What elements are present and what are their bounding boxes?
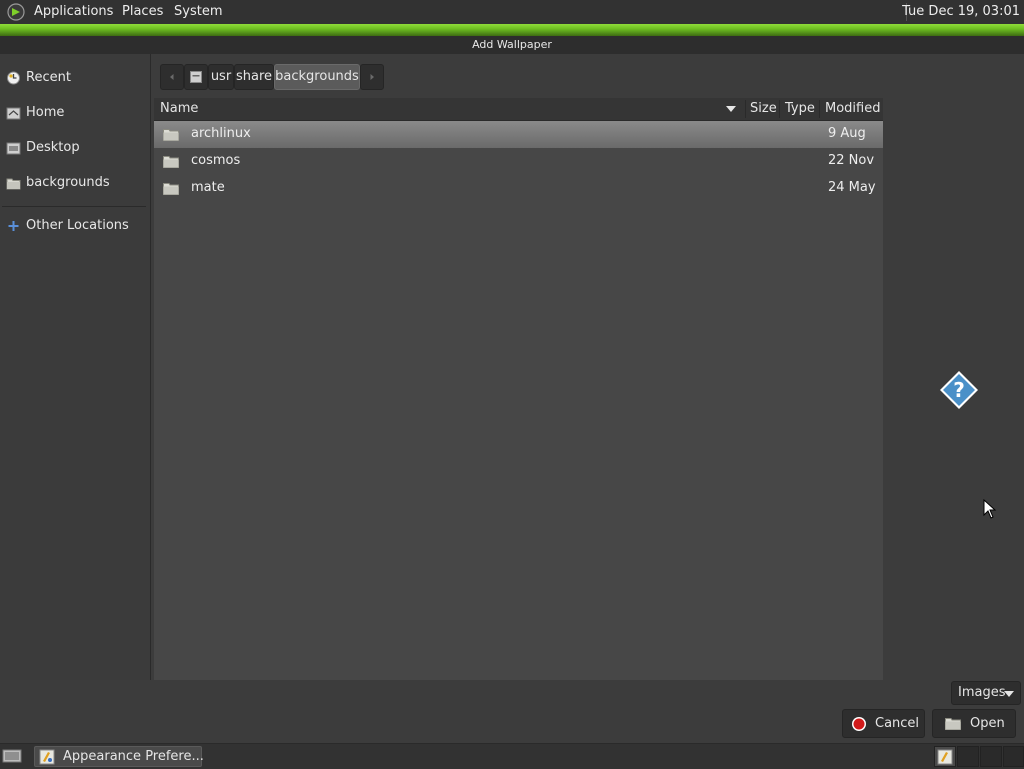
svg-text:?: ? — [953, 378, 965, 402]
accent-bar — [0, 24, 1024, 36]
mate-logo-icon[interactable] — [7, 3, 25, 21]
column-header-modified[interactable]: Modified — [825, 101, 880, 116]
file-row-cosmos[interactable]: cosmos 22 Nov — [154, 148, 883, 175]
menu-places[interactable]: Places — [122, 4, 163, 19]
file-list[interactable]: Name Size Type Modified archlinux 9 Aug … — [154, 98, 883, 680]
column-divider — [779, 100, 780, 118]
chevron-down-icon — [1004, 691, 1014, 697]
menu-system[interactable]: System — [174, 4, 222, 19]
folder-icon — [6, 178, 21, 190]
taskbar-window-label: Appearance Prefere... — [63, 749, 204, 764]
path-bar: usr share backgrounds — [156, 56, 1024, 98]
open-button[interactable]: Open — [932, 709, 1016, 738]
file-modified: 24 May — [828, 180, 876, 195]
filter-selected: Images — [958, 685, 1006, 700]
column-header-name[interactable]: Name — [160, 101, 198, 116]
workspace-3[interactable] — [980, 746, 1002, 767]
menu-applications[interactable]: Applications — [34, 4, 113, 19]
file-name: cosmos — [191, 153, 241, 168]
sidebar-separator — [2, 206, 146, 207]
sidebar-item-backgrounds[interactable]: backgrounds — [6, 173, 146, 195]
folder-icon — [163, 156, 179, 168]
taskbar-window-appearance[interactable]: Appearance Prefere... — [34, 746, 204, 767]
sidebar-item-label: Home — [26, 105, 65, 120]
appearance-icon — [937, 749, 953, 765]
home-icon — [6, 107, 21, 120]
drive-icon — [190, 71, 202, 83]
recent-icon — [7, 71, 20, 85]
cancel-button[interactable]: Cancel — [842, 709, 925, 738]
taskbar: Appearance Prefere... — [0, 743, 1024, 769]
workspace-1[interactable] — [934, 746, 956, 767]
path-crumb-backgrounds[interactable]: backgrounds — [274, 64, 360, 90]
sidebar-item-label: Other Locations — [26, 218, 129, 233]
file-name: archlinux — [191, 126, 251, 141]
sidebar-item-home[interactable]: Home — [6, 103, 146, 125]
clock[interactable]: Tue Dec 19, 03:01 — [902, 4, 1020, 19]
workspace-2[interactable] — [957, 746, 979, 767]
cancel-label: Cancel — [875, 716, 920, 731]
cancel-icon — [852, 717, 866, 731]
path-crumb-usr[interactable]: usr — [208, 64, 234, 90]
chevron-left-icon — [170, 74, 174, 80]
folder-icon — [163, 183, 179, 195]
workspace-4[interactable] — [1003, 746, 1024, 767]
column-header-type[interactable]: Type — [785, 101, 815, 116]
list-header: Name Size Type Modified — [154, 98, 883, 121]
sort-arrow-icon[interactable] — [725, 105, 737, 113]
sidebar-item-label: backgrounds — [26, 175, 110, 190]
chevron-right-icon — [370, 74, 374, 80]
file-row-mate[interactable]: mate 24 May — [154, 175, 883, 202]
show-desktop-icon[interactable] — [2, 748, 22, 764]
path-crumb-share[interactable]: share — [234, 64, 274, 90]
question-icon: ? — [940, 371, 978, 409]
file-row-archlinux[interactable]: archlinux 9 Aug — [154, 121, 883, 148]
dialog-titlebar[interactable]: Add Wallpaper — [0, 36, 1024, 54]
file-modified: 22 Nov — [828, 153, 875, 168]
file-name: mate — [191, 180, 225, 195]
file-type-filter[interactable]: Images — [951, 681, 1021, 705]
column-divider — [745, 100, 746, 118]
top-panel: Applications Places System Tue Dec 19, 0… — [0, 0, 1024, 24]
column-divider — [819, 100, 820, 118]
sidebar-item-other-locations[interactable]: Other Locations — [6, 216, 146, 238]
appearance-icon — [39, 749, 55, 765]
plus-icon — [8, 221, 19, 231]
mouse-cursor-icon — [983, 499, 997, 519]
places-sidebar: Recent Home Desktop backgrounds Other Lo… — [0, 54, 151, 680]
desktop-icon — [6, 142, 21, 155]
path-root-button[interactable] — [184, 64, 208, 90]
path-back-button[interactable] — [160, 64, 184, 90]
sidebar-item-label: Desktop — [26, 140, 80, 155]
sidebar-item-label: Recent — [26, 70, 71, 85]
file-modified: 9 Aug — [828, 126, 866, 141]
open-label: Open — [970, 716, 1005, 731]
sidebar-item-recent[interactable]: Recent — [6, 68, 146, 90]
sidebar-item-desktop[interactable]: Desktop — [6, 138, 146, 160]
folder-open-icon — [945, 718, 961, 730]
path-forward-button[interactable] — [360, 64, 384, 90]
dialog-title: Add Wallpaper — [472, 38, 552, 51]
folder-icon — [163, 129, 179, 141]
column-header-size[interactable]: Size — [750, 101, 777, 116]
